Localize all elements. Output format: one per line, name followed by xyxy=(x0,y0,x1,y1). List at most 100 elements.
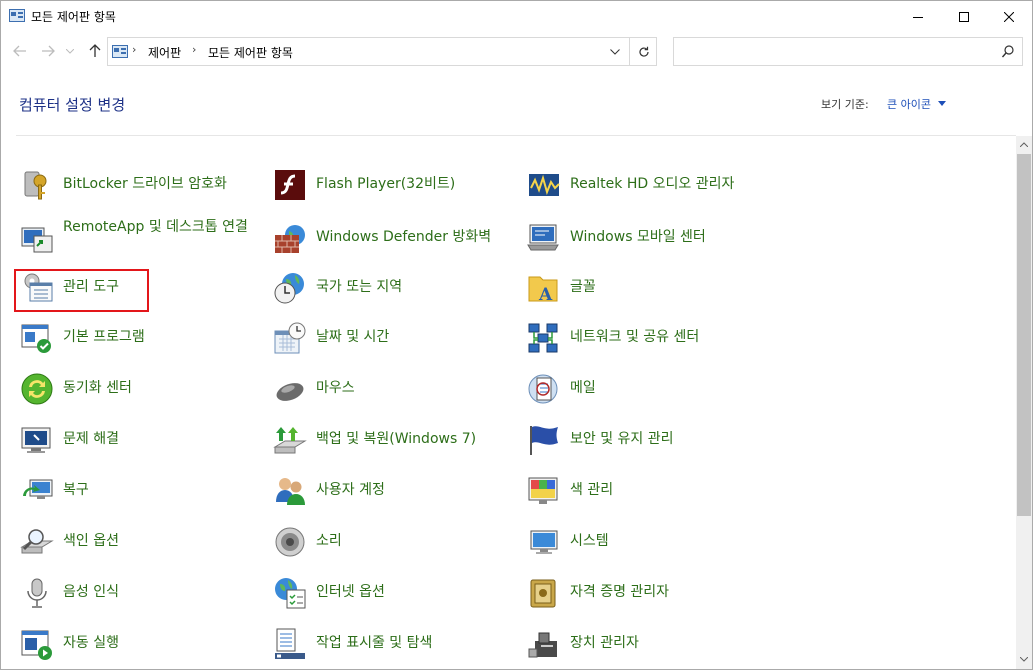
item-backup-restore[interactable]: 백업 및 복원(Windows 7) xyxy=(273,423,518,463)
item-label: 자격 증명 관리자 xyxy=(570,584,670,600)
item-label: Windows Defender 방화벽 xyxy=(316,229,492,245)
item-bitlocker[interactable]: BitLocker 드라이브 암호화 xyxy=(20,168,260,208)
item-label: 백업 및 복원(Windows 7) xyxy=(316,431,477,447)
item-windows-defender-firewall[interactable]: Windows Defender 방화벽 xyxy=(273,221,518,261)
item-taskbar-navigation[interactable]: 작업 표시줄 및 탐색 xyxy=(273,627,518,667)
date-time-icon xyxy=(274,322,306,354)
item-sync-center[interactable]: 동기화 센터 xyxy=(20,372,260,412)
item-windows-mobility-center[interactable]: Windows 모바일 센터 xyxy=(527,221,777,261)
item-color-management[interactable]: 색 관리 xyxy=(527,474,777,514)
close-button[interactable] xyxy=(986,1,1032,32)
taskbar-icon xyxy=(275,628,305,659)
scroll-down-button[interactable] xyxy=(1016,651,1032,668)
minimize-button[interactable] xyxy=(895,1,941,32)
item-network-sharing-center[interactable]: 네트워크 및 공유 센터 xyxy=(527,321,777,361)
default-programs-icon xyxy=(21,324,51,353)
item-label: 시스템 xyxy=(570,533,609,549)
item-label: 색인 옵션 xyxy=(63,533,119,549)
item-user-accounts[interactable]: 사용자 계정 xyxy=(273,474,518,514)
breadcrumb-all-items[interactable]: 모든 제어판 항목 xyxy=(208,44,293,61)
item-label: 자동 실행 xyxy=(63,635,119,651)
system-icon xyxy=(530,530,558,554)
item-speech-recognition[interactable]: 음성 인식 xyxy=(20,576,260,616)
item-label: BitLocker 드라이브 암호화 xyxy=(63,176,227,192)
title-bar[interactable]: 모든 제어판 항목 xyxy=(1,1,1032,32)
recent-locations-button[interactable] xyxy=(64,42,76,60)
item-label: Realtek HD 오디오 관리자 xyxy=(570,176,735,192)
item-flash-player[interactable]: Flash Player(32비트) xyxy=(273,168,518,208)
vertical-scrollbar[interactable] xyxy=(1016,136,1032,669)
mouse-icon xyxy=(276,383,304,401)
chevron-down-icon xyxy=(610,48,620,55)
item-indexing-options[interactable]: 색인 옵션 xyxy=(20,525,260,565)
search-input[interactable] xyxy=(673,37,1023,66)
item-label: 메일 xyxy=(570,380,596,396)
color-management-icon xyxy=(528,477,558,504)
refresh-button[interactable] xyxy=(629,38,658,65)
caret-down-icon[interactable] xyxy=(938,101,946,106)
item-device-manager[interactable]: 장치 관리자 xyxy=(527,627,777,667)
chevron-down-icon xyxy=(66,48,74,54)
item-troubleshooting[interactable]: 문제 해결 xyxy=(20,423,260,463)
breadcrumb-separator: › xyxy=(192,43,197,56)
item-mail[interactable]: 메일 xyxy=(527,372,777,412)
highlight-box xyxy=(14,269,149,312)
refresh-icon xyxy=(639,46,649,57)
sync-center-icon xyxy=(21,373,53,405)
backup-restore-icon xyxy=(273,427,307,454)
address-bar[interactable]: › 제어판 › 모든 제어판 항목 xyxy=(107,37,657,66)
realtek-audio-icon xyxy=(529,174,560,196)
breadcrumb-control-panel[interactable]: 제어판 xyxy=(148,44,181,61)
maximize-button[interactable] xyxy=(941,1,987,32)
network-icon xyxy=(528,323,558,353)
item-fonts[interactable]: A 글꼴 xyxy=(527,271,777,311)
scrollbar-thumb[interactable] xyxy=(1017,154,1031,516)
up-arrow-icon xyxy=(89,44,101,57)
item-label: 글꼴 xyxy=(570,279,596,295)
item-internet-options[interactable]: 인터넷 옵션 xyxy=(273,576,518,616)
item-security-maintenance[interactable]: 보안 및 유지 관리 xyxy=(527,423,777,463)
item-label: 문제 해결 xyxy=(63,431,119,447)
item-autoplay[interactable]: 자동 실행 xyxy=(20,627,260,667)
item-recovery[interactable]: 복구 xyxy=(20,474,260,514)
remoteapp-icon xyxy=(21,227,53,253)
item-label: 보안 및 유지 관리 xyxy=(570,431,674,447)
item-label: 동기화 센터 xyxy=(63,380,132,396)
scroll-up-button[interactable] xyxy=(1016,136,1032,153)
navigation-bar: › 제어판 › 모든 제어판 항목 xyxy=(1,34,1032,68)
item-system[interactable]: 시스템 xyxy=(527,525,777,565)
item-sound[interactable]: 소리 xyxy=(273,525,518,565)
item-label: 복구 xyxy=(63,482,89,498)
item-label: 기본 프로그램 xyxy=(63,329,145,345)
internet-options-icon xyxy=(275,578,306,609)
item-label: Windows 모바일 센터 xyxy=(570,229,706,245)
breadcrumb-separator: › xyxy=(132,43,137,56)
item-label: 날짜 및 시간 xyxy=(316,329,390,345)
view-by-dropdown[interactable]: 큰 아이콘 xyxy=(887,96,931,112)
address-dropdown-button[interactable] xyxy=(604,38,626,65)
device-manager-icon xyxy=(528,632,557,658)
region-globe-clock-icon xyxy=(274,273,304,304)
mail-icon xyxy=(528,374,558,404)
item-mouse[interactable]: 마우스 xyxy=(273,372,518,412)
indexing-options-icon xyxy=(20,529,54,554)
firewall-icon xyxy=(275,225,305,253)
item-label: 장치 관리자 xyxy=(570,635,639,651)
view-by-label: 보기 기준: xyxy=(821,98,869,111)
speaker-icon xyxy=(275,527,305,557)
item-credential-manager[interactable]: 자격 증명 관리자 xyxy=(527,576,777,616)
item-label: 색 관리 xyxy=(570,482,614,498)
user-accounts-icon xyxy=(276,478,305,505)
scroll-up-icon xyxy=(1020,142,1028,147)
up-button[interactable] xyxy=(86,42,104,60)
forward-button[interactable] xyxy=(39,42,57,60)
back-arrow-icon xyxy=(13,45,26,57)
item-region[interactable]: 국가 또는 지역 xyxy=(273,271,518,311)
back-button[interactable] xyxy=(11,42,29,60)
mobility-center-icon xyxy=(527,224,559,251)
item-realtek-audio[interactable]: Realtek HD 오디오 관리자 xyxy=(527,168,777,208)
item-date-time[interactable]: 날짜 및 시간 xyxy=(273,321,518,361)
item-remoteapp[interactable]: RemoteApp 및 데스크톱 연결 xyxy=(20,218,260,262)
item-label: 국가 또는 지역 xyxy=(316,279,403,295)
item-default-programs[interactable]: 기본 프로그램 xyxy=(20,321,260,361)
